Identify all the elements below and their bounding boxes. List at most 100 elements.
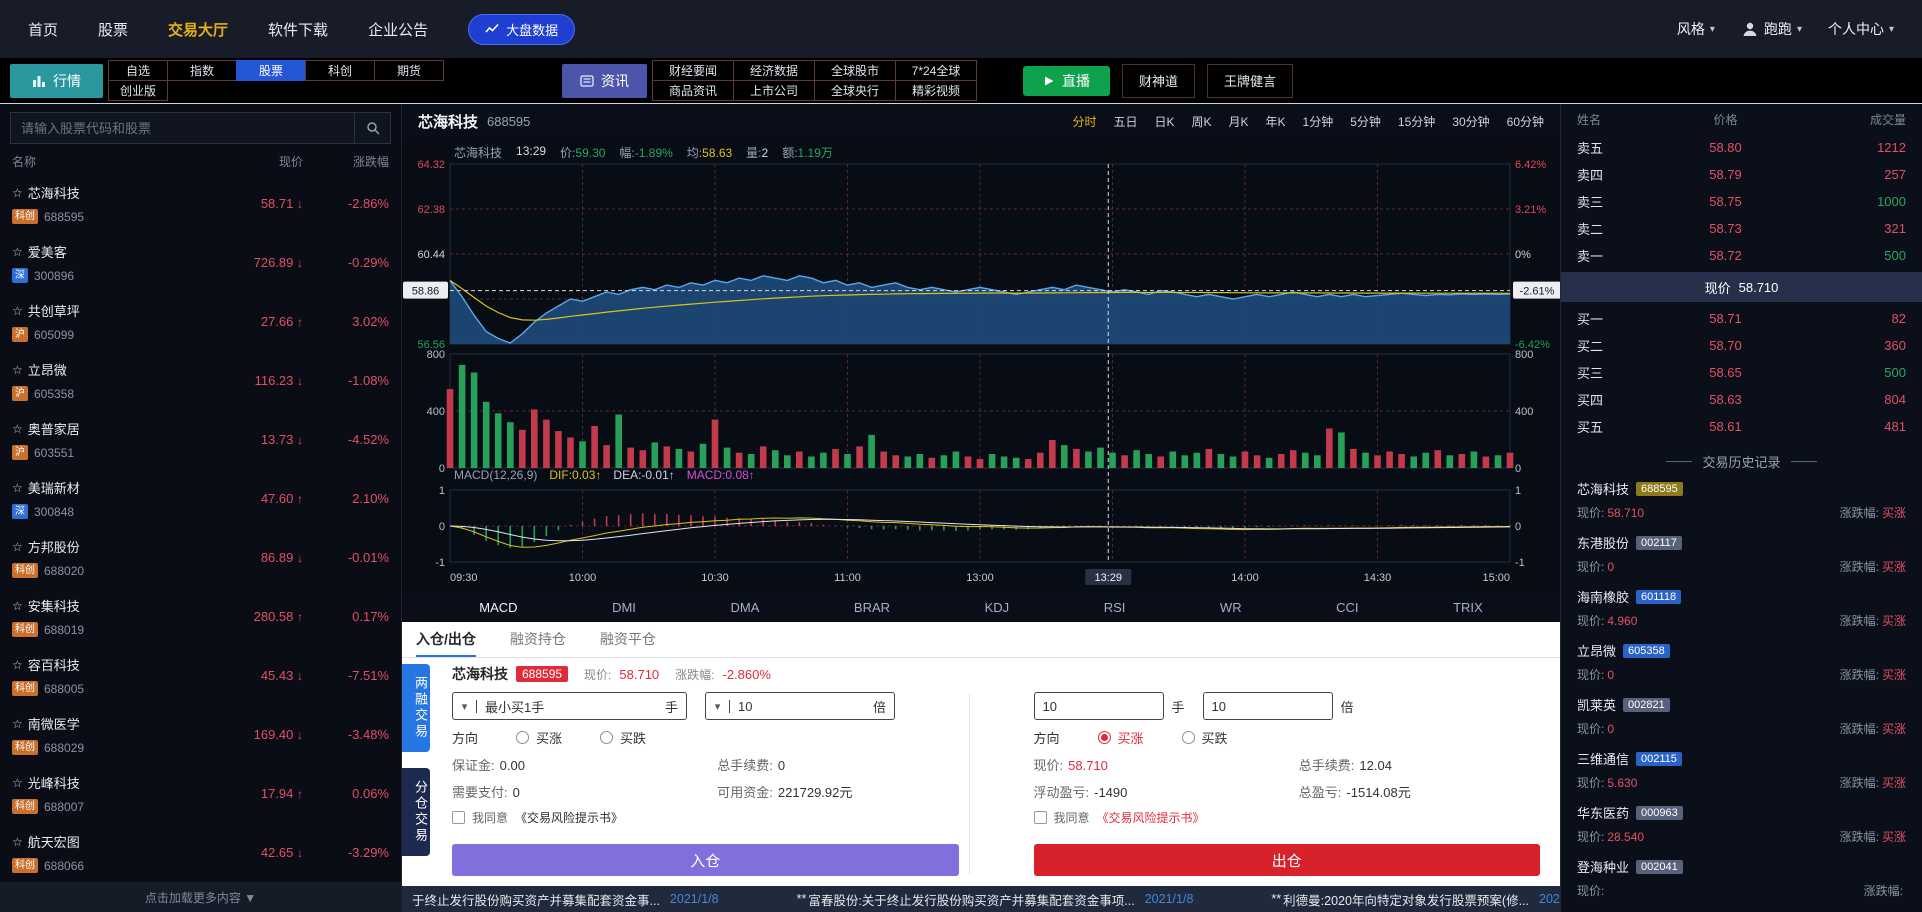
trade-mode-tab[interactable]: 两融交易 (402, 664, 430, 752)
buy-down-radio[interactable]: 买跌 (1182, 728, 1228, 747)
indicator-tab[interactable]: RSI (1104, 600, 1126, 615)
news-tab[interactable]: 财经要闻 (652, 60, 734, 81)
trade-tab[interactable]: 融资持仓 (510, 622, 566, 657)
market-tab[interactable]: 期货 (374, 60, 444, 81)
news-ticker[interactable]: 于终止发行股份购买资产并募集配套资金事... 2021/1/8 ** 富春股份:… (402, 886, 1560, 912)
period-tab[interactable]: 周K (1192, 113, 1212, 130)
period-tab[interactable]: 五日 (1113, 113, 1137, 130)
news-tab[interactable]: 精彩视频 (895, 80, 977, 101)
ticker-item[interactable]: ** 利德曼:2020年向特定对象发行股票预案(修... 2021/1... (1271, 890, 1560, 909)
market-tab[interactable]: 科创 (305, 60, 375, 81)
watchlist-row[interactable]: ☆ 芯海科技 科创 688595 58.71 ↓ -2.86% (0, 174, 401, 233)
period-tab[interactable]: 30分钟 (1452, 113, 1489, 130)
watchlist-row[interactable]: ☆ 航天宏图 科创 688066 42.65 ↓ -3.29% (0, 823, 401, 882)
history-item[interactable]: 三维通信 002115 现价: 5.630 涨跌幅: 买涨 (1577, 749, 1906, 803)
watchlist-row[interactable]: ☆ 立昂微 沪 605358 116.23 ↓ -1.08% (0, 351, 401, 410)
quantity-select[interactable]: ▾ 最小买1手 手 (452, 692, 687, 720)
watchlist-row[interactable]: ☆ 共创草坪 沪 605099 27.66 ↑ 3.02% (0, 292, 401, 351)
indicator-tab[interactable]: CCI (1336, 600, 1358, 615)
favorite-star-icon[interactable]: ☆ (12, 776, 23, 790)
main-menu-item[interactable]: 股票 (98, 19, 128, 40)
watchlist-row[interactable]: ☆ 方邦股份 科创 688020 86.89 ↓ -0.01% (0, 528, 401, 587)
agree-checkbox[interactable] (452, 811, 465, 824)
favorite-star-icon[interactable]: ☆ (12, 422, 23, 436)
tab-chinext[interactable]: 创业版 (108, 80, 168, 101)
main-menu-item[interactable]: 软件下载 (268, 19, 328, 40)
indicator-tab[interactable]: DMI (612, 600, 636, 615)
main-menu-item[interactable]: 首页 (28, 19, 58, 40)
style-menu[interactable]: 风格 ▾ (1677, 19, 1715, 39)
news-tab[interactable]: 商品资讯 (652, 80, 734, 101)
open-position-button[interactable]: 入仓 (452, 844, 959, 876)
history-item[interactable]: 芯海科技 688595 现价: 58.710 涨跌幅: 买涨 (1577, 479, 1906, 533)
period-tab[interactable]: 分时 (1072, 113, 1096, 130)
stock-search-input[interactable] (11, 113, 354, 143)
buy-order-row[interactable]: 买三 58.65 500 (1577, 359, 1906, 386)
favorite-star-icon[interactable]: ☆ (12, 245, 23, 259)
ticker-item[interactable]: 于终止发行股份购买资产并募集配套资金事... 2021/1/8 (410, 890, 719, 909)
favorite-star-icon[interactable]: ☆ (12, 304, 23, 318)
intraday-chart[interactable]: 64.3262.3860.4456.566.42%3.21%0%-6.42%58… (402, 138, 1560, 592)
period-tab[interactable]: 60分钟 (1507, 113, 1544, 130)
personal-center-menu[interactable]: 个人中心 ▾ (1828, 19, 1894, 39)
favorite-star-icon[interactable]: ☆ (12, 540, 23, 554)
tab-wangpai[interactable]: 王牌健言 (1207, 64, 1293, 98)
news-tab[interactable]: 7*24全球 (895, 60, 977, 81)
live-button[interactable]: 直播 (1023, 66, 1110, 96)
market-data-button[interactable]: 大盘数据 (468, 14, 575, 45)
market-tab[interactable]: 指数 (167, 60, 237, 81)
history-item[interactable]: 华东医药 000963 现价: 28.540 涨跌幅: 买涨 (1577, 803, 1906, 857)
sell-order-row[interactable]: 卖一 58.72 500 (1577, 242, 1906, 269)
sell-order-row[interactable]: 卖二 58.73 321 (1577, 215, 1906, 242)
favorite-star-icon[interactable]: ☆ (12, 717, 23, 731)
favorite-star-icon[interactable]: ☆ (12, 363, 23, 377)
indicator-tab[interactable]: TRIX (1453, 600, 1483, 615)
sell-order-row[interactable]: 卖四 58.79 257 (1577, 161, 1906, 188)
buy-up-radio[interactable]: 买涨 (1098, 728, 1144, 747)
news-button[interactable]: 资讯 (562, 64, 647, 98)
tab-self-select[interactable]: 自选 (108, 60, 168, 81)
trade-mode-tab[interactable]: 分仓交易 (402, 768, 430, 856)
period-tab[interactable]: 1分钟 (1303, 113, 1334, 130)
buy-down-radio[interactable]: 买跌 (600, 728, 646, 747)
indicator-tab[interactable]: DMA (730, 600, 759, 615)
sell-order-row[interactable]: 卖五 58.80 1212 (1577, 134, 1906, 161)
favorite-star-icon[interactable]: ☆ (12, 481, 23, 495)
news-tab[interactable]: 全球央行 (814, 80, 896, 101)
indicator-tab[interactable]: MACD (479, 600, 517, 615)
history-item[interactable]: 凯莱英 002821 现价: 0 涨跌幅: 买涨 (1577, 695, 1906, 749)
watchlist-row[interactable]: ☆ 南微医学 科创 688029 169.40 ↓ -3.48% (0, 705, 401, 764)
history-item[interactable]: 海南橡胶 601118 现价: 4.960 涨跌幅: 买涨 (1577, 587, 1906, 641)
news-tab[interactable]: 经济数据 (733, 60, 815, 81)
user-menu[interactable]: 跑跑 ▾ (1741, 19, 1802, 39)
favorite-star-icon[interactable]: ☆ (12, 186, 23, 200)
period-tab[interactable]: 月K (1229, 113, 1249, 130)
watchlist-row[interactable]: ☆ 美瑞新材 深 300848 47.60 ↑ 2.10% (0, 469, 401, 528)
buy-order-row[interactable]: 买二 58.70 360 (1577, 332, 1906, 359)
watchlist-row[interactable]: ☆ 光峰科技 科创 688007 17.94 ↑ 0.06% (0, 764, 401, 823)
history-item[interactable]: 立昂微 605358 现价: 0 涨跌幅: 买涨 (1577, 641, 1906, 695)
history-item[interactable]: 登海种业 002041 现价: 涨跌幅: (1577, 857, 1906, 911)
leverage-select[interactable]: ▾ 10 倍 (705, 692, 895, 720)
indicator-tab[interactable]: BRAR (854, 600, 890, 615)
main-menu-item[interactable]: 交易大厅 (168, 19, 228, 40)
buy-order-row[interactable]: 买一 58.71 82 (1577, 305, 1906, 332)
trade-tab[interactable]: 入仓/出仓 (416, 622, 476, 657)
indicator-tab[interactable]: KDJ (985, 600, 1010, 615)
quotes-button[interactable]: 行情 (10, 64, 103, 98)
period-tab[interactable]: 15分钟 (1398, 113, 1435, 130)
news-tab[interactable]: 全球股市 (814, 60, 896, 81)
market-tab[interactable]: 股票 (236, 60, 306, 81)
buy-order-row[interactable]: 买四 58.63 804 (1577, 386, 1906, 413)
search-button[interactable] (354, 113, 390, 143)
risk-agreement-link[interactable]: 《交易风险提示书》 (515, 809, 623, 826)
close-leverage-input[interactable]: 10 (1203, 692, 1333, 720)
watchlist-row[interactable]: ☆ 爱美客 深 300896 726.89 ↓ -0.29% (0, 233, 401, 292)
favorite-star-icon[interactable]: ☆ (12, 835, 23, 849)
tab-caishendao[interactable]: 财神道 (1122, 64, 1195, 98)
news-tab[interactable]: 上市公司 (733, 80, 815, 101)
watchlist-row[interactable]: ☆ 奥普家居 沪 603551 13.73 ↓ -4.52% (0, 410, 401, 469)
history-item[interactable]: 东港股份 002117 现价: 0 涨跌幅: 买涨 (1577, 533, 1906, 587)
trade-tab[interactable]: 融资平仓 (600, 622, 656, 657)
buy-up-radio[interactable]: 买涨 (516, 728, 562, 747)
